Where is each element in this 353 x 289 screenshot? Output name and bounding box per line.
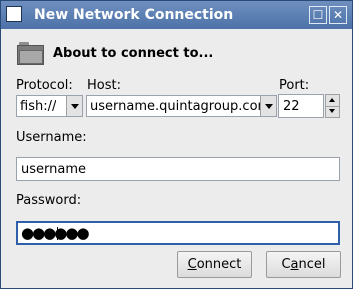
password-input[interactable]: ●●●●●● [16, 221, 340, 245]
arrow-up-icon [329, 98, 335, 102]
protocol-select[interactable]: fish:// [16, 95, 83, 117]
text-caret [57, 227, 58, 240]
username-label: Username: [16, 130, 87, 145]
protocol-value: fish:// [20, 99, 57, 114]
close-button[interactable]: ✕ [329, 6, 347, 24]
window-title: New Network Connection [34, 7, 234, 23]
port-decrement-button[interactable] [326, 106, 339, 117]
protocol-label: Protocol: [16, 78, 73, 93]
connect-label: onnect [196, 257, 242, 272]
host-combobox[interactable]: username.quintagroup.con [86, 95, 277, 117]
port-stepper[interactable] [325, 94, 340, 118]
cancel-mnemonic: a [290, 257, 299, 272]
new-network-connection-dialog: New Network Connection ☐ ✕ About to conn… [0, 0, 353, 289]
app-icon[interactable] [6, 6, 22, 22]
host-dropdown-button[interactable] [260, 96, 276, 116]
cancel-button[interactable]: Cancel [266, 251, 341, 278]
port-label: Port: [279, 78, 310, 93]
arrow-down-icon [329, 109, 335, 113]
chevron-down-icon [71, 104, 79, 109]
chevron-down-icon [265, 104, 273, 109]
password-value: ●●●●●● [21, 224, 90, 242]
dialog-heading: About to connect to... [53, 46, 214, 61]
cancel-label-start: C [281, 257, 291, 272]
password-label: Password: [16, 193, 82, 208]
connect-mnemonic: C [187, 257, 197, 272]
cancel-label-end: ncel [298, 257, 326, 272]
protocol-dropdown-button[interactable] [66, 96, 82, 116]
title-bar[interactable]: New Network Connection ☐ ✕ [1, 1, 352, 29]
username-value: username [21, 162, 86, 177]
username-input[interactable]: username [16, 157, 340, 181]
host-label: Host: [87, 78, 121, 93]
port-field[interactable]: 22 [278, 94, 324, 118]
host-value: username.quintagroup.con [90, 99, 260, 114]
maximize-button[interactable]: ☐ [309, 6, 327, 24]
connect-button[interactable]: Connect [177, 251, 252, 278]
port-spinbox[interactable]: 22 [278, 94, 341, 118]
folder-icon [17, 41, 44, 65]
port-value: 22 [283, 99, 300, 114]
dialog-header: About to connect to... [17, 41, 337, 69]
